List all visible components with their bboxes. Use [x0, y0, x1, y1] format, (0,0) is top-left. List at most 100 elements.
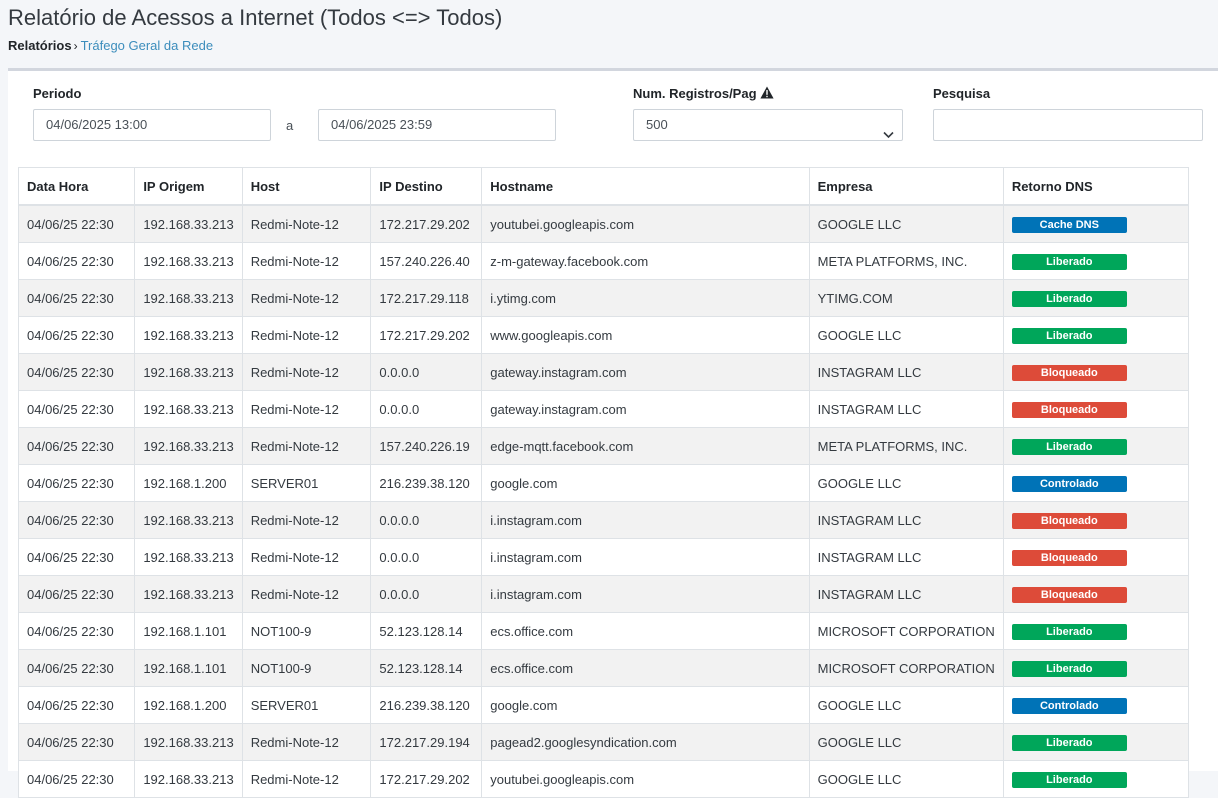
table-row[interactable]: 04/06/25 22:30 192.168.33.213 Redmi-Note-1…: [17, 538, 1190, 576]
status-badge: Liberado: [1011, 660, 1127, 677]
table-row[interactable]: 04/06/25 22:30 192.168.33.213 Redmi-Note-1…: [17, 316, 1190, 354]
page-title: Relatório de Acessos a Internet (Todos <…: [8, 5, 503, 30]
table-row[interactable]: 04/06/25 22:30 192.168.33.213 Redmi-Note-1…: [17, 501, 1190, 539]
cell-hostname: gateway.instagram.com: [481, 353, 810, 391]
table-row[interactable]: 04/06/25 22:30 192.168.1.101 NOT100-9 52.12…: [17, 649, 1190, 687]
cell-empresa: META PLATFORMS, INC.: [808, 427, 1004, 465]
cell-hostname: ecs.office.com: [481, 649, 810, 687]
col-host[interactable]: Host: [241, 167, 372, 206]
cell-host: NOT100-9: [241, 612, 372, 650]
cell-data-hora: 04/06/25 22:30: [17, 760, 136, 798]
cell-retorno-dns: Controlado: [1002, 686, 1190, 724]
cell-ip-origem: 192.168.33.213: [134, 353, 243, 391]
cell-retorno-dns: Liberado: [1002, 279, 1190, 317]
table-row[interactable]: 04/06/25 22:30 192.168.33.213 Redmi-Note-1…: [17, 390, 1190, 428]
cell-ip-origem: 192.168.33.213: [134, 279, 243, 317]
status-badge: Liberado: [1011, 623, 1127, 640]
cell-hostname: i.instagram.com: [481, 501, 810, 539]
breadcrumb-separator-icon: ›: [73, 39, 78, 53]
registros-select-value: 500: [646, 117, 668, 132]
cell-hostname: i.instagram.com: [481, 538, 810, 576]
cell-host: Redmi-Note-12: [241, 279, 372, 317]
cell-ip-origem: 192.168.33.213: [134, 316, 243, 354]
col-hostname[interactable]: Hostname: [481, 167, 810, 206]
cell-retorno-dns: Bloqueado: [1002, 353, 1190, 391]
table-row[interactable]: 04/06/25 22:30 192.168.33.213 Redmi-Note-1…: [17, 279, 1190, 317]
table-row[interactable]: 04/06/25 22:30 192.168.33.213 Redmi-Note-1…: [17, 427, 1190, 465]
table-row[interactable]: 04/06/25 22:30 192.168.33.213 Redmi-Note-1…: [17, 723, 1190, 761]
cell-hostname: youtubei.googleapis.com: [481, 760, 810, 798]
cell-retorno-dns: Liberado: [1002, 427, 1190, 465]
table-row[interactable]: 04/06/25 22:30 192.168.33.213 Redmi-Note-1…: [17, 242, 1190, 280]
cell-empresa: GOOGLE LLC: [808, 464, 1004, 502]
cell-data-hora: 04/06/25 22:30: [17, 723, 136, 761]
cell-ip-destino: 216.239.38.120: [370, 686, 483, 724]
registros-label-text: Num. Registros/Pag: [633, 86, 757, 101]
access-table: Data Hora IP Origem Host IP Destino Host…: [17, 167, 1190, 798]
table-row[interactable]: 04/06/25 22:30 192.168.1.200 SERVER01 216.2…: [17, 686, 1190, 724]
breadcrumb-link[interactable]: Tráfego Geral da Rede: [81, 38, 213, 53]
table-row[interactable]: 04/06/25 22:30 192.168.33.213 Redmi-Note-1…: [17, 204, 1190, 243]
cell-ip-destino: 157.240.226.40: [370, 242, 483, 280]
cell-hostname: google.com: [481, 686, 810, 724]
registros-select[interactable]: 500: [633, 109, 903, 141]
cell-empresa: META PLATFORMS, INC.: [808, 242, 1004, 280]
date-to-input[interactable]: 04/06/2025 23:59: [318, 109, 556, 141]
cell-host: Redmi-Note-12: [241, 760, 372, 798]
cell-ip-origem: 192.168.33.213: [134, 204, 243, 243]
cell-retorno-dns: Liberado: [1002, 242, 1190, 280]
col-data-hora[interactable]: Data Hora: [17, 167, 136, 206]
cell-empresa: GOOGLE LLC: [808, 760, 1004, 798]
breadcrumb-root[interactable]: Relatórios: [8, 38, 72, 53]
cell-empresa: INSTAGRAM LLC: [808, 390, 1004, 428]
date-from-input[interactable]: 04/06/2025 13:00: [33, 109, 271, 141]
search-input[interactable]: [933, 109, 1203, 141]
col-ip-destino[interactable]: IP Destino: [370, 167, 483, 206]
cell-retorno-dns: Bloqueado: [1002, 575, 1190, 613]
col-ip-origem[interactable]: IP Origem: [134, 167, 243, 206]
status-badge: Bloqueado: [1011, 364, 1127, 381]
table-row[interactable]: 04/06/25 22:30 192.168.33.213 Redmi-Note-1…: [17, 353, 1190, 391]
table-row[interactable]: 04/06/25 22:30 192.168.33.213 Redmi-Note-1…: [17, 760, 1190, 798]
cell-ip-origem: 192.168.33.213: [134, 501, 243, 539]
cell-retorno-dns: Liberado: [1002, 316, 1190, 354]
cell-host: Redmi-Note-12: [241, 242, 372, 280]
table-row[interactable]: 04/06/25 22:30 192.168.1.101 NOT100-9 52.12…: [17, 612, 1190, 650]
cell-data-hora: 04/06/25 22:30: [17, 353, 136, 391]
status-badge: Bloqueado: [1011, 586, 1127, 603]
cell-data-hora: 04/06/25 22:30: [17, 538, 136, 576]
cell-ip-origem: 192.168.33.213: [134, 760, 243, 798]
cell-host: NOT100-9: [241, 649, 372, 687]
page-header: Relatório de Acessos a Internet (Todos <…: [0, 0, 1218, 68]
status-badge: Liberado: [1011, 734, 1127, 751]
cell-retorno-dns: Bloqueado: [1002, 501, 1190, 539]
cell-empresa: GOOGLE LLC: [808, 686, 1004, 724]
status-badge: Controlado: [1011, 475, 1127, 492]
cell-ip-origem: 192.168.33.213: [134, 723, 243, 761]
status-badge: Cache DNS: [1011, 216, 1127, 233]
cell-hostname: edge-mqtt.facebook.com: [481, 427, 810, 465]
cell-data-hora: 04/06/25 22:30: [17, 279, 136, 317]
periodo-label: Periodo: [33, 86, 82, 101]
cell-ip-destino: 52.123.128.14: [370, 612, 483, 650]
cell-data-hora: 04/06/25 22:30: [17, 575, 136, 613]
cell-data-hora: 04/06/25 22:30: [17, 612, 136, 650]
cell-ip-destino: 52.123.128.14: [370, 649, 483, 687]
status-badge: Controlado: [1011, 697, 1127, 714]
cell-host: Redmi-Note-12: [241, 501, 372, 539]
cell-empresa: GOOGLE LLC: [808, 204, 1004, 243]
pesquisa-label: Pesquisa: [933, 86, 991, 101]
status-badge: Bloqueado: [1011, 401, 1127, 418]
cell-ip-destino: 0.0.0.0: [370, 390, 483, 428]
cell-host: Redmi-Note-12: [241, 723, 372, 761]
table-row[interactable]: 04/06/25 22:30 192.168.33.213 Redmi-Note-1…: [17, 575, 1190, 613]
status-badge: Liberado: [1011, 438, 1127, 455]
report-card: Periodo 04/06/2025 13:00 a 04/06/2025 23…: [8, 68, 1218, 798]
table-row[interactable]: 04/06/25 22:30 192.168.1.200 SERVER01 216.2…: [17, 464, 1190, 502]
cell-hostname: youtubei.googleapis.com: [481, 204, 810, 243]
col-retorno-dns[interactable]: Retorno DNS: [1002, 167, 1190, 206]
col-empresa[interactable]: Empresa: [808, 167, 1004, 206]
chevron-down-icon: [883, 120, 894, 150]
cell-hostname: gateway.instagram.com: [481, 390, 810, 428]
cell-empresa: YTIMG.COM: [808, 279, 1004, 317]
